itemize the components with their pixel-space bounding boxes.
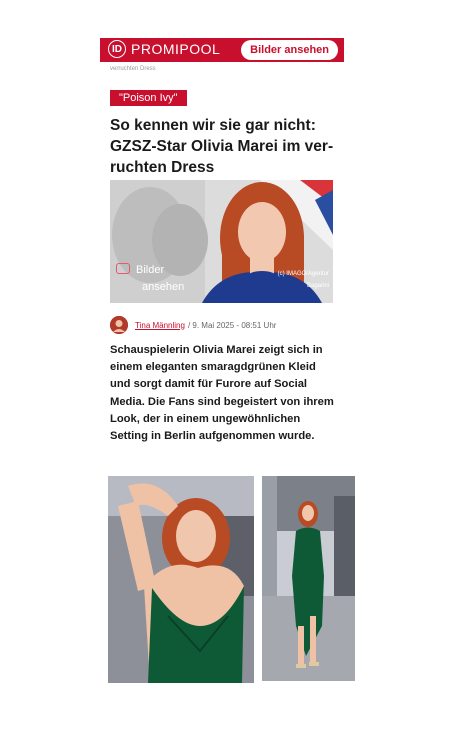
image-credit: (c) IMAGO/Agentur Bagarini [278, 268, 329, 292]
breadcrumb: verruchten Dress [110, 66, 156, 72]
publish-date: / 9. Mai 2025 - 08:51 Uhr [187, 320, 277, 330]
article-meta: Tina Männling / 9. Mai 2025 - 08:51 Uhr [110, 316, 276, 334]
author-link[interactable]: Tina Männling [135, 321, 185, 330]
author-avatar-icon [110, 316, 128, 334]
hero-overlay-line1: Bilder [136, 264, 165, 276]
promipool-logo-icon: ID [108, 40, 126, 58]
article-lead: Schauspielerin Olivia Marei zeigt sich i… [110, 344, 334, 443]
photo-olivia-walking[interactable] [262, 476, 355, 681]
promipool-logo[interactable]: ID PROMIPOOL [108, 40, 220, 58]
site-header: ID PROMIPOOL Bilder ansehen [100, 38, 344, 62]
hero-overlay-line2: ansehen [142, 281, 185, 293]
credit-line1: (c) IMAGO/Agentur [277, 271, 329, 277]
article-tag[interactable]: "Poison Ivy" [110, 90, 187, 106]
photo-closeup-image [108, 476, 254, 683]
photo-walking-image [262, 476, 355, 681]
camera-icon [116, 263, 130, 274]
logo-text: PROMIPOOL [131, 41, 221, 57]
article-title: So kennen wir sie gar nicht: GZSZ-Star O… [110, 117, 334, 176]
author-avatar[interactable] [110, 316, 128, 334]
photo-olivia-closeup[interactable] [108, 476, 254, 683]
credit-line2: Bagarini [306, 283, 329, 289]
hero-gallery-overlay[interactable]: Bilder ansehen [116, 262, 184, 296]
hero-image[interactable]: Bilder ansehen (c) IMAGO/Agentur Bagarin… [110, 180, 333, 303]
view-gallery-button[interactable]: Bilder ansehen [241, 40, 338, 60]
